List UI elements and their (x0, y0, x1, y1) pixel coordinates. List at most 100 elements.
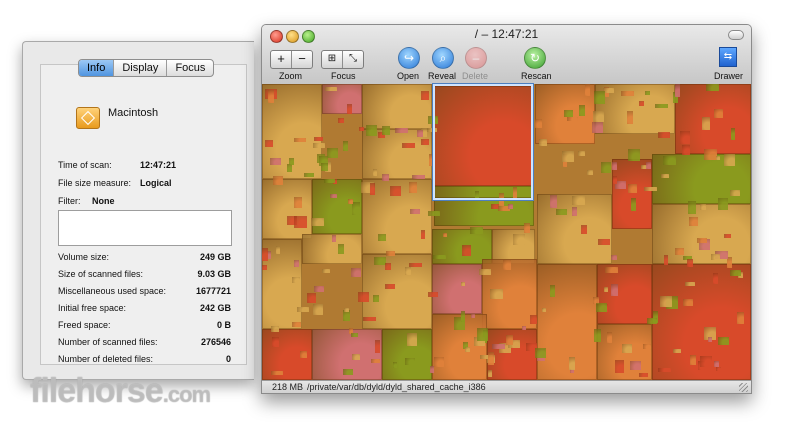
treemap-file-block[interactable] (731, 128, 735, 140)
treemap-file-block[interactable] (716, 156, 720, 160)
treemap-file-block[interactable] (628, 149, 640, 161)
treemap-file-block[interactable] (276, 246, 280, 254)
treemap-file-block[interactable] (490, 289, 503, 299)
treemap-file-block[interactable] (292, 277, 300, 283)
treemap-file-block[interactable] (687, 259, 693, 267)
treemap-file-block[interactable] (592, 122, 603, 133)
treemap-file-block[interactable] (513, 234, 525, 245)
focus-out-button[interactable]: ⤡ (343, 51, 363, 68)
treemap-file-block[interactable] (680, 131, 690, 144)
treemap-file-block[interactable] (395, 128, 408, 133)
treemap-file-block[interactable] (535, 119, 542, 128)
treemap-file-block[interactable] (601, 162, 611, 173)
treemap-file-block[interactable] (351, 333, 358, 337)
treemap-file-block[interactable] (621, 91, 634, 96)
treemap-file-block[interactable] (421, 139, 429, 145)
treemap-file-block[interactable] (663, 156, 676, 165)
treemap-file-block[interactable] (594, 91, 605, 104)
treemap-file-block[interactable] (604, 287, 608, 292)
treemap-file-block[interactable] (465, 347, 470, 352)
treemap-file-block[interactable] (294, 260, 299, 267)
treemap-file-block[interactable] (556, 209, 567, 215)
treemap-file-block[interactable] (292, 322, 301, 327)
treemap-file-block[interactable] (461, 311, 465, 322)
treemap-file-block[interactable] (737, 312, 744, 324)
treemap-file-block[interactable] (330, 194, 337, 198)
treemap-file-block[interactable] (730, 190, 740, 196)
treemap-file-block[interactable] (685, 282, 695, 286)
treemap-file-block[interactable] (718, 198, 728, 210)
treemap-file-block[interactable] (535, 348, 546, 358)
treemap-file-block[interactable] (542, 308, 546, 312)
treemap-file-block[interactable] (443, 233, 447, 237)
treemap-file-block[interactable] (434, 357, 444, 367)
treemap-file-block[interactable] (433, 255, 446, 259)
treemap-file-block[interactable] (428, 211, 440, 216)
treemap-file-block[interactable] (393, 362, 397, 368)
focus-in-button[interactable]: ⊞ (322, 51, 343, 68)
treemap-file-block[interactable] (405, 358, 415, 365)
delete-button[interactable]: – (465, 47, 487, 69)
treemap-block[interactable] (537, 264, 597, 380)
treemap-file-block[interactable] (628, 184, 637, 193)
treemap-file-block[interactable] (300, 351, 307, 358)
treemap-file-block[interactable] (713, 273, 718, 284)
treemap-file-block[interactable] (611, 255, 617, 260)
treemap-file-block[interactable] (462, 245, 471, 256)
treemap-file-block[interactable] (675, 84, 680, 97)
treemap-file-block[interactable] (524, 223, 530, 233)
treemap-file-block[interactable] (550, 195, 557, 208)
treemap-file-block[interactable] (294, 138, 306, 142)
treemap-file-block[interactable] (506, 335, 513, 345)
treemap-file-block[interactable] (724, 154, 735, 166)
treemap-file-block[interactable] (581, 225, 587, 234)
treemap-file-block[interactable] (644, 187, 657, 191)
treemap-file-block[interactable] (421, 91, 429, 100)
treemap-file-block[interactable] (622, 344, 632, 353)
treemap-file-block[interactable] (371, 359, 380, 363)
treemap-file-block[interactable] (322, 269, 330, 273)
treemap-file-block[interactable] (585, 84, 590, 96)
treemap-file-block[interactable] (503, 260, 511, 270)
treemap-file-block[interactable] (522, 326, 526, 330)
tab-focus[interactable]: Focus (167, 60, 213, 76)
treemap-file-block[interactable] (386, 251, 395, 256)
treemap-file-block[interactable] (289, 158, 294, 165)
treemap-block[interactable] (612, 159, 652, 229)
treemap-file-block[interactable] (488, 352, 494, 365)
treemap-file-block[interactable] (718, 337, 729, 345)
open-button[interactable]: ↪ (398, 47, 420, 69)
treemap-file-block[interactable] (417, 130, 423, 137)
treemap-file-block[interactable] (639, 373, 648, 377)
treemap-file-block[interactable] (596, 303, 607, 312)
treemap-file-block[interactable] (378, 234, 386, 241)
treemap-file-block[interactable] (550, 285, 555, 297)
treemap-file-block[interactable] (716, 367, 721, 371)
treemap-file-block[interactable] (270, 158, 281, 165)
treemap-file-block[interactable] (314, 137, 323, 141)
treemap-block[interactable] (432, 264, 482, 314)
treemap-file-block[interactable] (569, 357, 575, 370)
resize-grip-icon[interactable] (739, 383, 748, 392)
treemap-file-block[interactable] (714, 109, 723, 118)
tab-info[interactable]: Info (79, 60, 115, 76)
tab-display[interactable]: Display (114, 60, 168, 76)
treemap-file-block[interactable] (287, 164, 292, 172)
treemap-file-block[interactable] (271, 326, 279, 332)
treemap-file-block[interactable] (294, 197, 302, 208)
treemap-file-block[interactable] (613, 176, 617, 184)
treemap-file-block[interactable] (428, 292, 438, 297)
treemap-file-block[interactable] (363, 317, 376, 321)
treemap-file-block[interactable] (631, 198, 636, 211)
treemap-file-block[interactable] (572, 196, 585, 205)
treemap-file-block[interactable] (700, 204, 706, 210)
treemap-view[interactable] (262, 84, 751, 380)
treemap-file-block[interactable] (373, 169, 377, 176)
treemap-file-block[interactable] (410, 209, 420, 214)
treemap-file-block[interactable] (645, 91, 650, 95)
treemap-file-block[interactable] (689, 217, 698, 226)
treemap-file-block[interactable] (304, 173, 314, 177)
rescan-button[interactable]: ↻ (524, 47, 546, 69)
treemap-file-block[interactable] (661, 174, 669, 178)
treemap-file-block[interactable] (664, 255, 668, 265)
